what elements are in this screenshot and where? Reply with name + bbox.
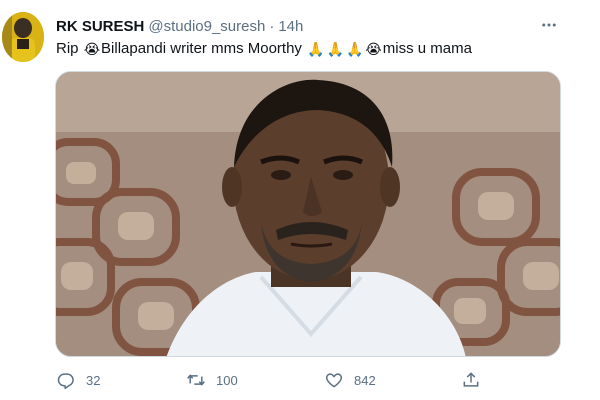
avatar[interactable] [2,12,44,62]
tweet[interactable]: RK SURESH @studio9_suresh · 14h Rip 😭Bil… [0,0,600,400]
folded-hands-emoji: 🙏 [326,41,344,57]
retweet-icon [186,370,206,390]
like-count: 842 [354,372,376,388]
like-button[interactable]: 842 [324,365,376,395]
tweet-text-part-3: miss u mama [382,40,472,57]
tweet-text: Rip 😭Billapandi writer mms Moorthy 🙏 🙏 🙏 😭m… [56,39,472,59]
tweet-photo[interactable] [55,71,561,357]
tweet-header: RK SURESH @studio9_suresh · 14h [56,16,303,36]
tweet-timestamp[interactable]: 14h [278,18,303,35]
author-name[interactable]: RK SURESH [56,18,144,35]
tweet-actions: 32 100 842 [0,365,600,395]
like-icon [324,370,344,390]
crying-face-emoji: 😭 [83,41,101,57]
tweet-text-part-2: Billapandi writer mms Moorthy [101,40,307,57]
tweet-text-part-1: Rip [56,40,83,57]
more-icon[interactable] [538,14,560,36]
folded-hands-emoji: 🙏 [345,41,364,57]
reply-icon [56,370,76,390]
header-separator: · [269,17,275,35]
reply-button[interactable]: 32 [56,365,100,395]
retweet-count: 100 [216,372,238,388]
share-icon [461,370,481,390]
folded-hands-emoji: 🙏 [307,41,325,57]
crying-face-emoji: 😭 [365,41,382,57]
retweet-button[interactable]: 100 [186,365,238,395]
author-handle[interactable]: @studio9_suresh [148,18,265,35]
reply-count: 32 [86,372,101,388]
share-button[interactable] [461,365,481,395]
